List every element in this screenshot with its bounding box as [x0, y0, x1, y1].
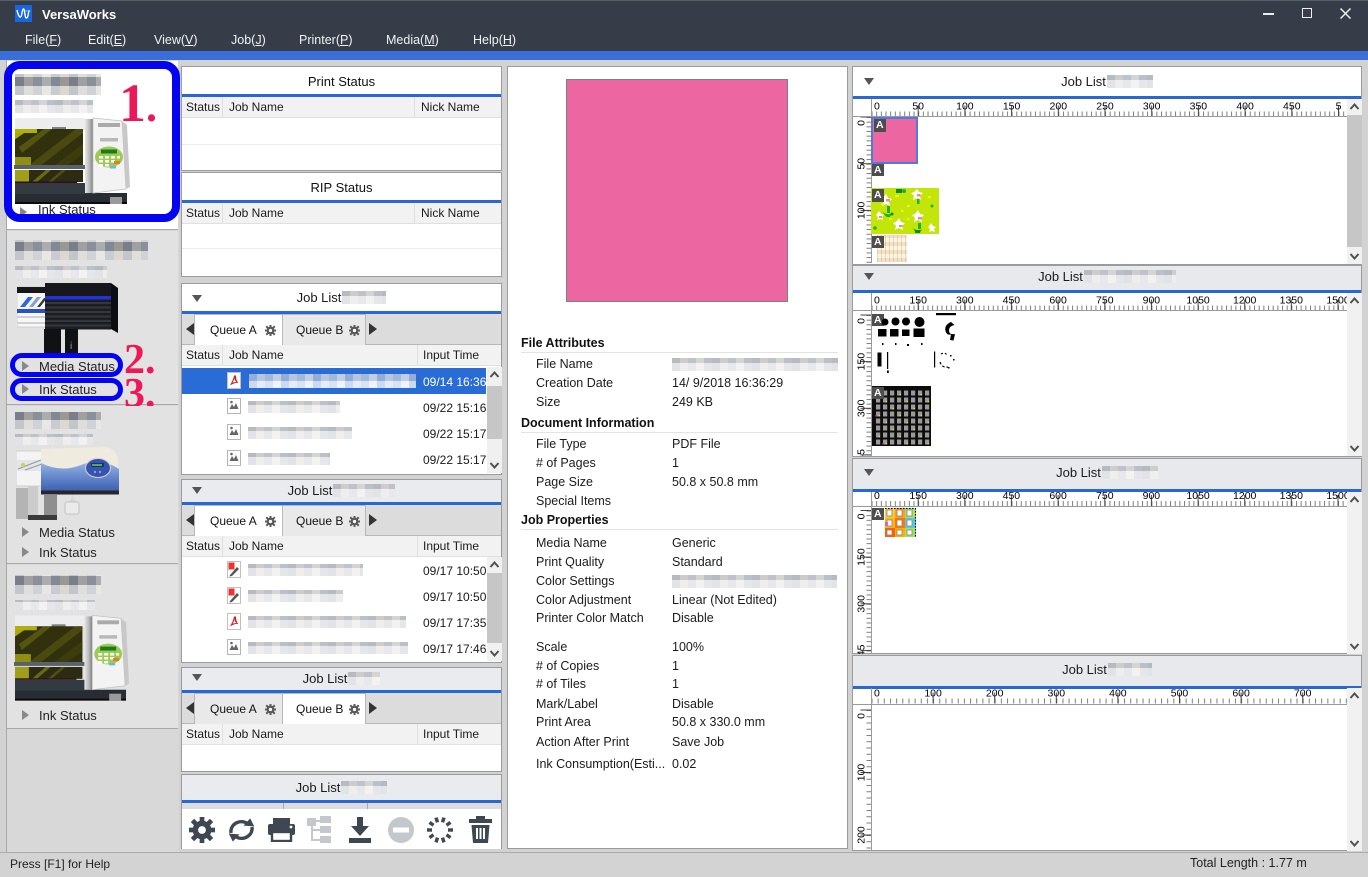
svg-text:750: 750: [1096, 294, 1114, 306]
svg-text:50: 50: [855, 157, 867, 169]
svg-text:1200: 1200: [1233, 492, 1257, 502]
svg-text:600: 600: [1232, 688, 1250, 700]
svg-text:200: 200: [986, 688, 1004, 700]
svg-text:300: 300: [855, 399, 867, 417]
svg-text:750: 750: [1096, 492, 1114, 502]
svg-text:100: 100: [855, 763, 867, 781]
svg-text:5: 5: [1336, 100, 1342, 112]
svg-text:150: 150: [1003, 100, 1021, 112]
svg-text:1200: 1200: [1233, 294, 1257, 306]
svg-text:300: 300: [956, 492, 974, 502]
svg-text:45: 45: [855, 644, 867, 654]
svg-text:150: 150: [909, 294, 927, 306]
svg-text:400: 400: [1109, 688, 1127, 700]
svg-text:300: 300: [956, 294, 974, 306]
svg-text:0: 0: [855, 513, 867, 519]
svg-text:i: i: [70, 341, 72, 352]
svg-text:0: 0: [874, 688, 880, 700]
svg-text:900: 900: [1143, 492, 1161, 502]
svg-text:1350: 1350: [1280, 294, 1304, 306]
svg-text:200: 200: [1050, 100, 1068, 112]
svg-text:100: 100: [956, 100, 974, 112]
svg-text:400: 400: [1236, 100, 1254, 112]
svg-text:350: 350: [1190, 100, 1208, 112]
svg-text:1050: 1050: [1186, 294, 1210, 306]
svg-text:0: 0: [855, 318, 867, 324]
svg-text:150: 150: [909, 492, 927, 502]
svg-text:50: 50: [912, 100, 924, 112]
svg-text:500: 500: [1171, 688, 1189, 700]
svg-text:700: 700: [1294, 688, 1312, 700]
svg-text:300: 300: [1048, 688, 1066, 700]
svg-text:45: 45: [855, 449, 867, 456]
svg-text:450: 450: [1003, 294, 1021, 306]
svg-text:300: 300: [855, 594, 867, 612]
svg-text:0: 0: [855, 712, 867, 718]
svg-text:100: 100: [924, 688, 942, 700]
svg-text:150: 150: [855, 548, 867, 566]
svg-text:600: 600: [1049, 492, 1067, 502]
svg-text:150: 150: [855, 353, 867, 371]
svg-text:1050: 1050: [1186, 492, 1210, 502]
svg-text:0: 0: [855, 119, 867, 125]
svg-text:200: 200: [855, 826, 867, 844]
svg-text:600: 600: [1049, 294, 1067, 306]
svg-text:250: 250: [1096, 100, 1114, 112]
svg-text:300: 300: [1143, 100, 1161, 112]
svg-text:0: 0: [874, 294, 880, 306]
svg-text:450: 450: [1003, 492, 1021, 502]
svg-text:0: 0: [874, 492, 880, 502]
svg-text:1350: 1350: [1280, 492, 1304, 502]
svg-text:0: 0: [874, 100, 880, 112]
svg-text:900: 900: [1143, 294, 1161, 306]
svg-text:450: 450: [1283, 100, 1301, 112]
svg-text:100: 100: [855, 201, 867, 219]
